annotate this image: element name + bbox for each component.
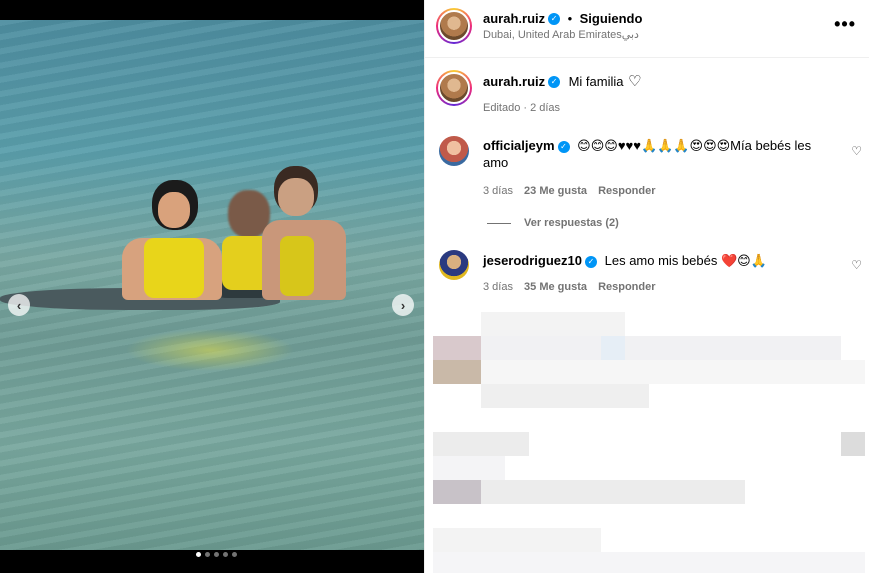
carousel-dot xyxy=(196,552,201,557)
post-location[interactable]: Dubai, United Arab Emiratesدبي xyxy=(483,28,639,41)
like-comment-heart-icon[interactable]: ♡ xyxy=(851,144,862,158)
caption-username[interactable]: aurah.ruiz xyxy=(483,74,545,89)
reply-button[interactable]: Responder xyxy=(598,185,655,197)
comment-item: jeserodriguez10 ✓ Les amo mis bebés ❤️😊🙏 … xyxy=(425,248,869,304)
comment-time: 3 días xyxy=(483,281,513,293)
caption-avatar[interactable] xyxy=(436,70,472,106)
woman-figure xyxy=(122,180,222,300)
verified-badge-icon: ✓ xyxy=(557,140,570,153)
comment-username[interactable]: jeserodriguez10 xyxy=(483,253,582,268)
verified-badge-icon: ✓ xyxy=(585,255,597,268)
pixelated-comments-area xyxy=(425,310,869,573)
man-figure xyxy=(262,166,346,300)
comment-text-continued: amo xyxy=(483,155,509,170)
comment-likes[interactable]: 35 Me gusta xyxy=(524,281,587,293)
verified-badge-icon: ✓ xyxy=(548,12,561,25)
comment-avatar[interactable] xyxy=(439,136,469,166)
reply-button[interactable]: Responder xyxy=(598,281,655,293)
post-header: aurah.ruiz ✓ • Siguiendo Dubai, United Ar… xyxy=(425,0,869,58)
caption-block: aurah.ruiz ✓ Mi familia ♡ Editado · 2 día… xyxy=(425,64,869,124)
more-horizontal-icon[interactable]: ••• xyxy=(834,14,856,35)
author-avatar[interactable] xyxy=(436,8,472,44)
carousel-dot xyxy=(223,552,228,557)
follow-status[interactable]: Siguiendo xyxy=(580,11,643,26)
caption-text: Mi familia xyxy=(568,74,624,89)
comment-item: officialjeym ✓ 😊😊😊♥♥♥🙏🙏🙏😍😍😍Mía bebés les … xyxy=(425,132,869,232)
next-photo-button[interactable]: › xyxy=(392,294,414,316)
carousel-dot xyxy=(214,552,219,557)
like-comment-heart-icon[interactable]: ♡ xyxy=(851,258,862,272)
carousel-dot xyxy=(232,552,237,557)
comment-time: 3 días xyxy=(483,185,513,197)
post-media: ‹ › xyxy=(0,0,424,573)
separator-dot: • xyxy=(567,11,573,26)
heart-icon: ♡ xyxy=(627,73,642,90)
post-photo: ‹ › xyxy=(0,20,424,557)
comment-username[interactable]: officialjeym xyxy=(483,138,555,153)
comment-likes[interactable]: 23 Me gusta xyxy=(524,185,587,197)
post-details-panel: aurah.ruiz ✓ • Siguiendo Dubai, United Ar… xyxy=(424,0,869,573)
comment-text: Les amo mis bebés ❤️😊🙏 xyxy=(604,253,767,268)
carousel-dot xyxy=(205,552,210,557)
replies-divider xyxy=(487,223,511,224)
comment-text: 😊😊😊♥♥♥🙏🙏🙏😍😍😍Mía bebés les xyxy=(577,138,812,153)
previous-photo-button[interactable]: ‹ xyxy=(8,294,30,316)
carousel-dots xyxy=(196,552,237,557)
view-replies-button[interactable]: Ver respuestas (2) xyxy=(524,217,619,229)
edited-label: Editado · 2 días xyxy=(483,102,561,114)
comment-avatar[interactable] xyxy=(439,250,469,280)
verified-badge-icon: ✓ xyxy=(548,75,561,88)
author-username[interactable]: aurah.ruiz xyxy=(483,11,545,26)
